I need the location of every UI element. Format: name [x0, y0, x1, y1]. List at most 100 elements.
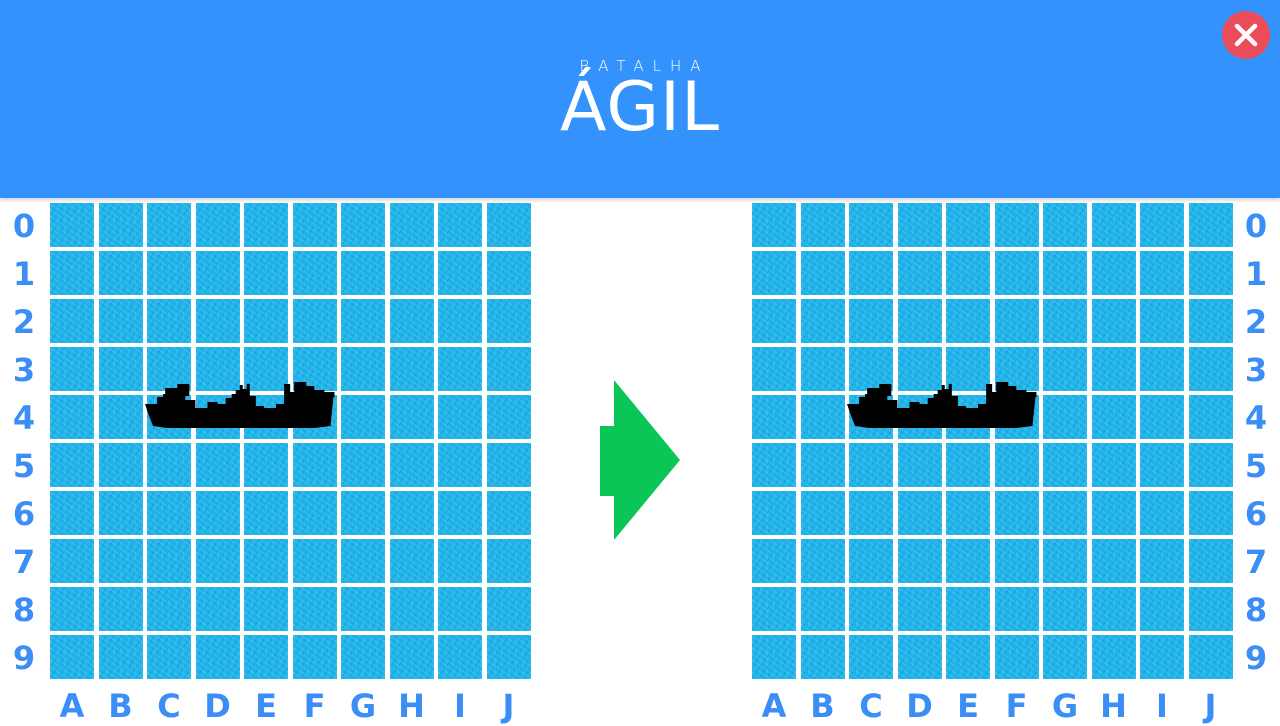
grid-cell-D9[interactable] — [195, 635, 240, 679]
grid-cell-C1[interactable] — [147, 251, 191, 295]
grid-cell-F2[interactable] — [994, 299, 1039, 343]
grid-cell-J6[interactable] — [486, 491, 531, 535]
grid-cell-D1[interactable] — [195, 251, 240, 295]
grid-cell-E7[interactable] — [946, 539, 990, 583]
grid-cell-I2[interactable] — [438, 299, 482, 343]
grid-cell-J5[interactable] — [1188, 443, 1233, 487]
grid-cell-J7[interactable] — [1188, 539, 1233, 583]
grid-cell-F9[interactable] — [292, 635, 337, 679]
grid-cell-A5[interactable] — [50, 443, 94, 487]
grid-cell-A4[interactable] — [752, 395, 796, 439]
grid-cell-C7[interactable] — [849, 539, 893, 583]
grid-cell-I9[interactable] — [1140, 635, 1184, 679]
grid-cell-D7[interactable] — [195, 539, 240, 583]
grid-cell-H7[interactable] — [1091, 539, 1136, 583]
grid-cell-E0[interactable] — [244, 203, 288, 247]
grid-cell-D9[interactable] — [897, 635, 942, 679]
grid-cell-C2[interactable] — [147, 299, 191, 343]
grid-cell-B8[interactable] — [800, 587, 845, 631]
grid-cell-I7[interactable] — [1140, 539, 1184, 583]
grid-cell-I4[interactable] — [1140, 395, 1184, 439]
grid-cell-B6[interactable] — [800, 491, 845, 535]
grid-cell-G7[interactable] — [1043, 539, 1087, 583]
grid-cell-E9[interactable] — [946, 635, 990, 679]
grid-cell-J2[interactable] — [1188, 299, 1233, 343]
grid-cell-F6[interactable] — [292, 491, 337, 535]
grid-cell-C6[interactable] — [849, 491, 893, 535]
grid-cell-D2[interactable] — [897, 299, 942, 343]
grid-cell-F1[interactable] — [994, 251, 1039, 295]
grid-cell-H2[interactable] — [1091, 299, 1136, 343]
grid-cell-G9[interactable] — [1043, 635, 1087, 679]
grid-cell-C8[interactable] — [849, 587, 893, 631]
grid-cell-B9[interactable] — [800, 635, 845, 679]
grid-cell-D8[interactable] — [195, 587, 240, 631]
grid-cell-I3[interactable] — [438, 347, 482, 391]
grid-cell-F0[interactable] — [292, 203, 337, 247]
grid-cell-A1[interactable] — [752, 251, 796, 295]
grid-cell-A6[interactable] — [752, 491, 796, 535]
grid-cell-H1[interactable] — [1091, 251, 1136, 295]
grid-cell-H0[interactable] — [1091, 203, 1136, 247]
grid-cell-B0[interactable] — [800, 203, 845, 247]
grid-cell-H5[interactable] — [389, 443, 434, 487]
ship-right[interactable] — [845, 382, 1039, 430]
grid-cell-H4[interactable] — [389, 395, 434, 439]
grid-cell-B6[interactable] — [98, 491, 143, 535]
grid-cell-A5[interactable] — [752, 443, 796, 487]
grid-cell-D0[interactable] — [897, 203, 942, 247]
grid-cell-F7[interactable] — [994, 539, 1039, 583]
grid-cell-H6[interactable] — [1091, 491, 1136, 535]
grid-cell-A9[interactable] — [50, 635, 94, 679]
grid-cell-A8[interactable] — [50, 587, 94, 631]
grid-cell-C0[interactable] — [849, 203, 893, 247]
grid-cell-F5[interactable] — [994, 443, 1039, 487]
grid-cell-I3[interactable] — [1140, 347, 1184, 391]
grid-cell-C6[interactable] — [147, 491, 191, 535]
grid-cell-E1[interactable] — [244, 251, 288, 295]
grid-cell-I1[interactable] — [1140, 251, 1184, 295]
grid-cell-G0[interactable] — [341, 203, 385, 247]
grid-cell-C9[interactable] — [147, 635, 191, 679]
grid-cell-B1[interactable] — [800, 251, 845, 295]
grid-cell-H3[interactable] — [389, 347, 434, 391]
grid-cell-B5[interactable] — [800, 443, 845, 487]
grid-cell-A2[interactable] — [752, 299, 796, 343]
grid-cell-F8[interactable] — [292, 587, 337, 631]
grid-cell-J8[interactable] — [1188, 587, 1233, 631]
grid-cell-G2[interactable] — [341, 299, 385, 343]
grid-cell-I6[interactable] — [438, 491, 482, 535]
grid-cell-B0[interactable] — [98, 203, 143, 247]
grid-cell-E2[interactable] — [946, 299, 990, 343]
grid-cell-J9[interactable] — [486, 635, 531, 679]
grid-cell-J7[interactable] — [486, 539, 531, 583]
grid-cell-E8[interactable] — [244, 587, 288, 631]
grid-cell-C1[interactable] — [849, 251, 893, 295]
grid-cell-F7[interactable] — [292, 539, 337, 583]
grid-cell-A8[interactable] — [752, 587, 796, 631]
grid-cell-G6[interactable] — [341, 491, 385, 535]
grid-cell-C8[interactable] — [147, 587, 191, 631]
grid-cell-A2[interactable] — [50, 299, 94, 343]
grid-cell-J8[interactable] — [486, 587, 531, 631]
grid-cell-F1[interactable] — [292, 251, 337, 295]
grid-cell-F5[interactable] — [292, 443, 337, 487]
grid-cell-C0[interactable] — [147, 203, 191, 247]
grid-cell-E1[interactable] — [946, 251, 990, 295]
grid-cell-G3[interactable] — [341, 347, 385, 391]
grid-cell-I8[interactable] — [438, 587, 482, 631]
grid-cell-E9[interactable] — [244, 635, 288, 679]
grid-cell-J1[interactable] — [1188, 251, 1233, 295]
grid-cell-B1[interactable] — [98, 251, 143, 295]
grid-cell-H9[interactable] — [1091, 635, 1136, 679]
grid-cell-E5[interactable] — [244, 443, 288, 487]
grid-cell-J3[interactable] — [1188, 347, 1233, 391]
grid-cell-J5[interactable] — [486, 443, 531, 487]
grid-cell-B7[interactable] — [800, 539, 845, 583]
grid-cell-F8[interactable] — [994, 587, 1039, 631]
grid-cell-I0[interactable] — [1140, 203, 1184, 247]
grid-cell-H4[interactable] — [1091, 395, 1136, 439]
grid-cell-B9[interactable] — [98, 635, 143, 679]
grid-cell-A7[interactable] — [752, 539, 796, 583]
grid-cell-D1[interactable] — [897, 251, 942, 295]
